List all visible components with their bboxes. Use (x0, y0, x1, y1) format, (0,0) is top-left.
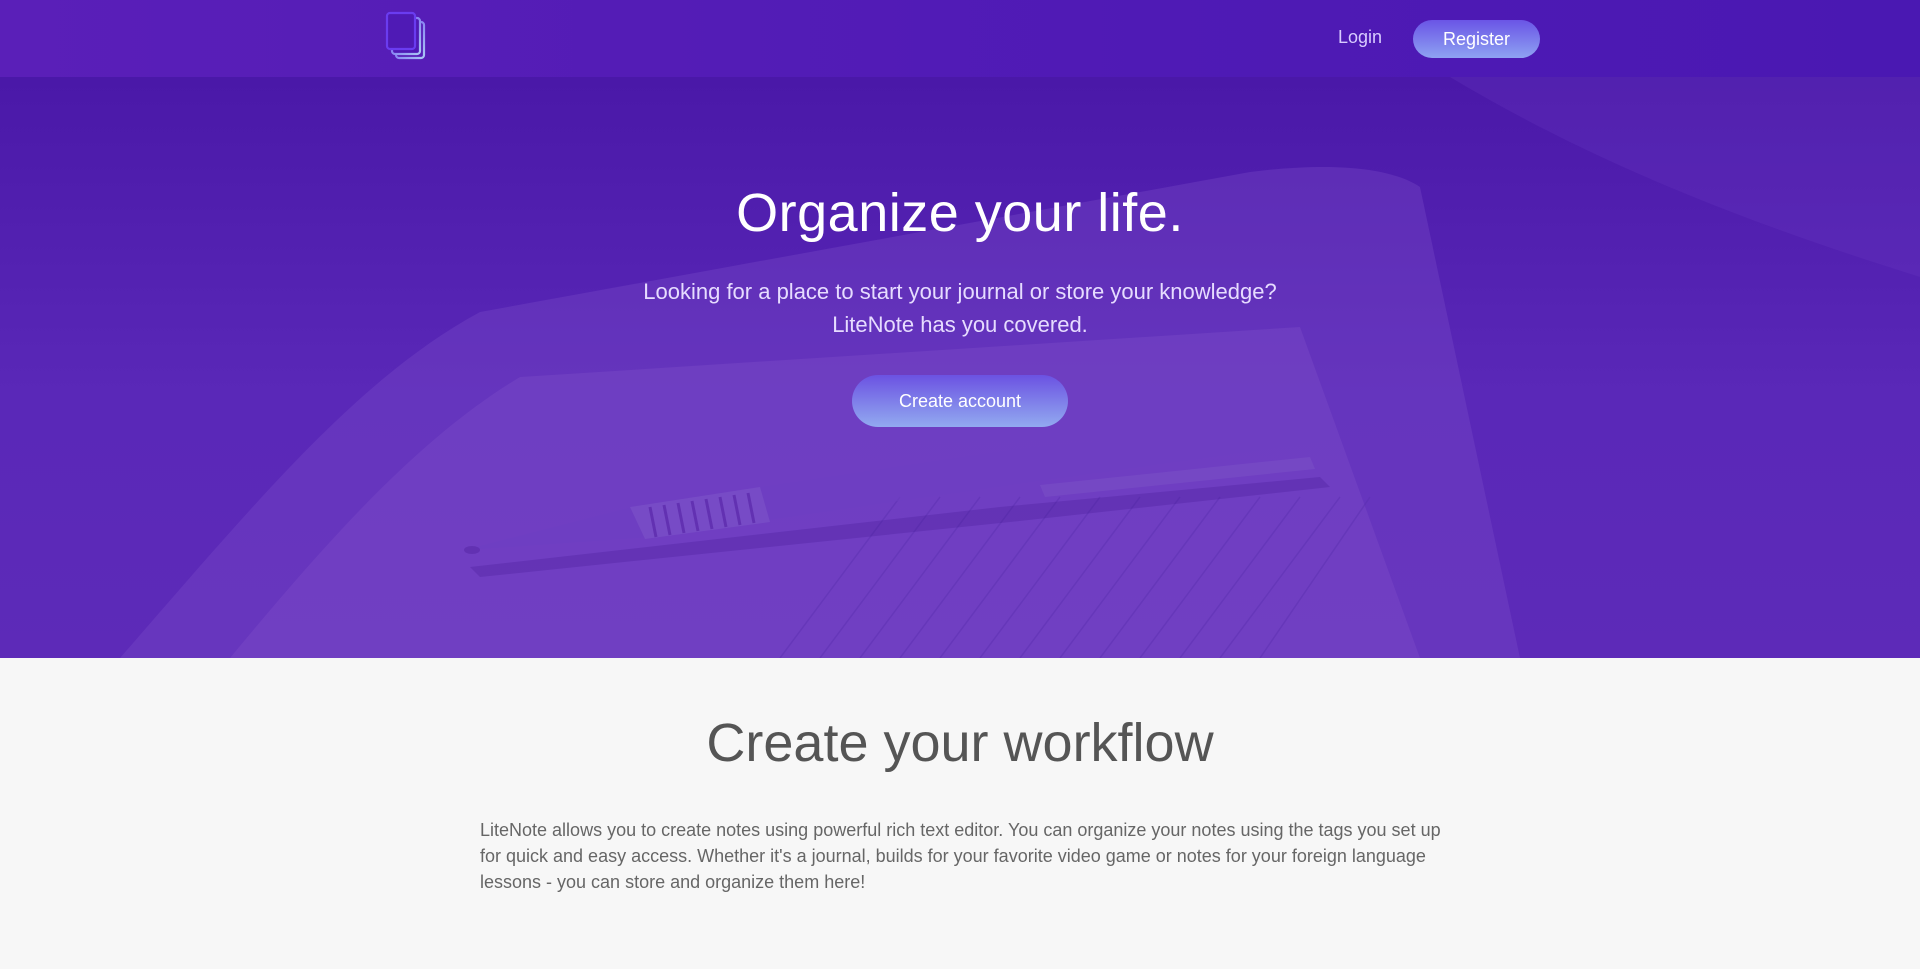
workflow-description: LiteNote allows you to create notes usin… (480, 820, 1441, 892)
stacked-notes-icon[interactable] (384, 10, 432, 62)
register-button[interactable]: Register (1413, 20, 1540, 58)
login-link[interactable]: Login (1338, 27, 1382, 48)
create-account-button[interactable]: Create account (852, 375, 1068, 427)
hero-title: Organize your life. (736, 183, 1184, 243)
hero-section: Organize your life. Looking for a place … (0, 77, 1920, 658)
top-navbar: Login Register (0, 0, 1920, 77)
hero-subtitle-line1: Looking for a place to start your journa… (643, 279, 1277, 304)
workflow-title: Create your workflow (706, 713, 1214, 773)
notebook-and-pen-photo (120, 77, 1920, 658)
hero-subtitle-line2: LiteNote has you covered. (832, 312, 1088, 337)
